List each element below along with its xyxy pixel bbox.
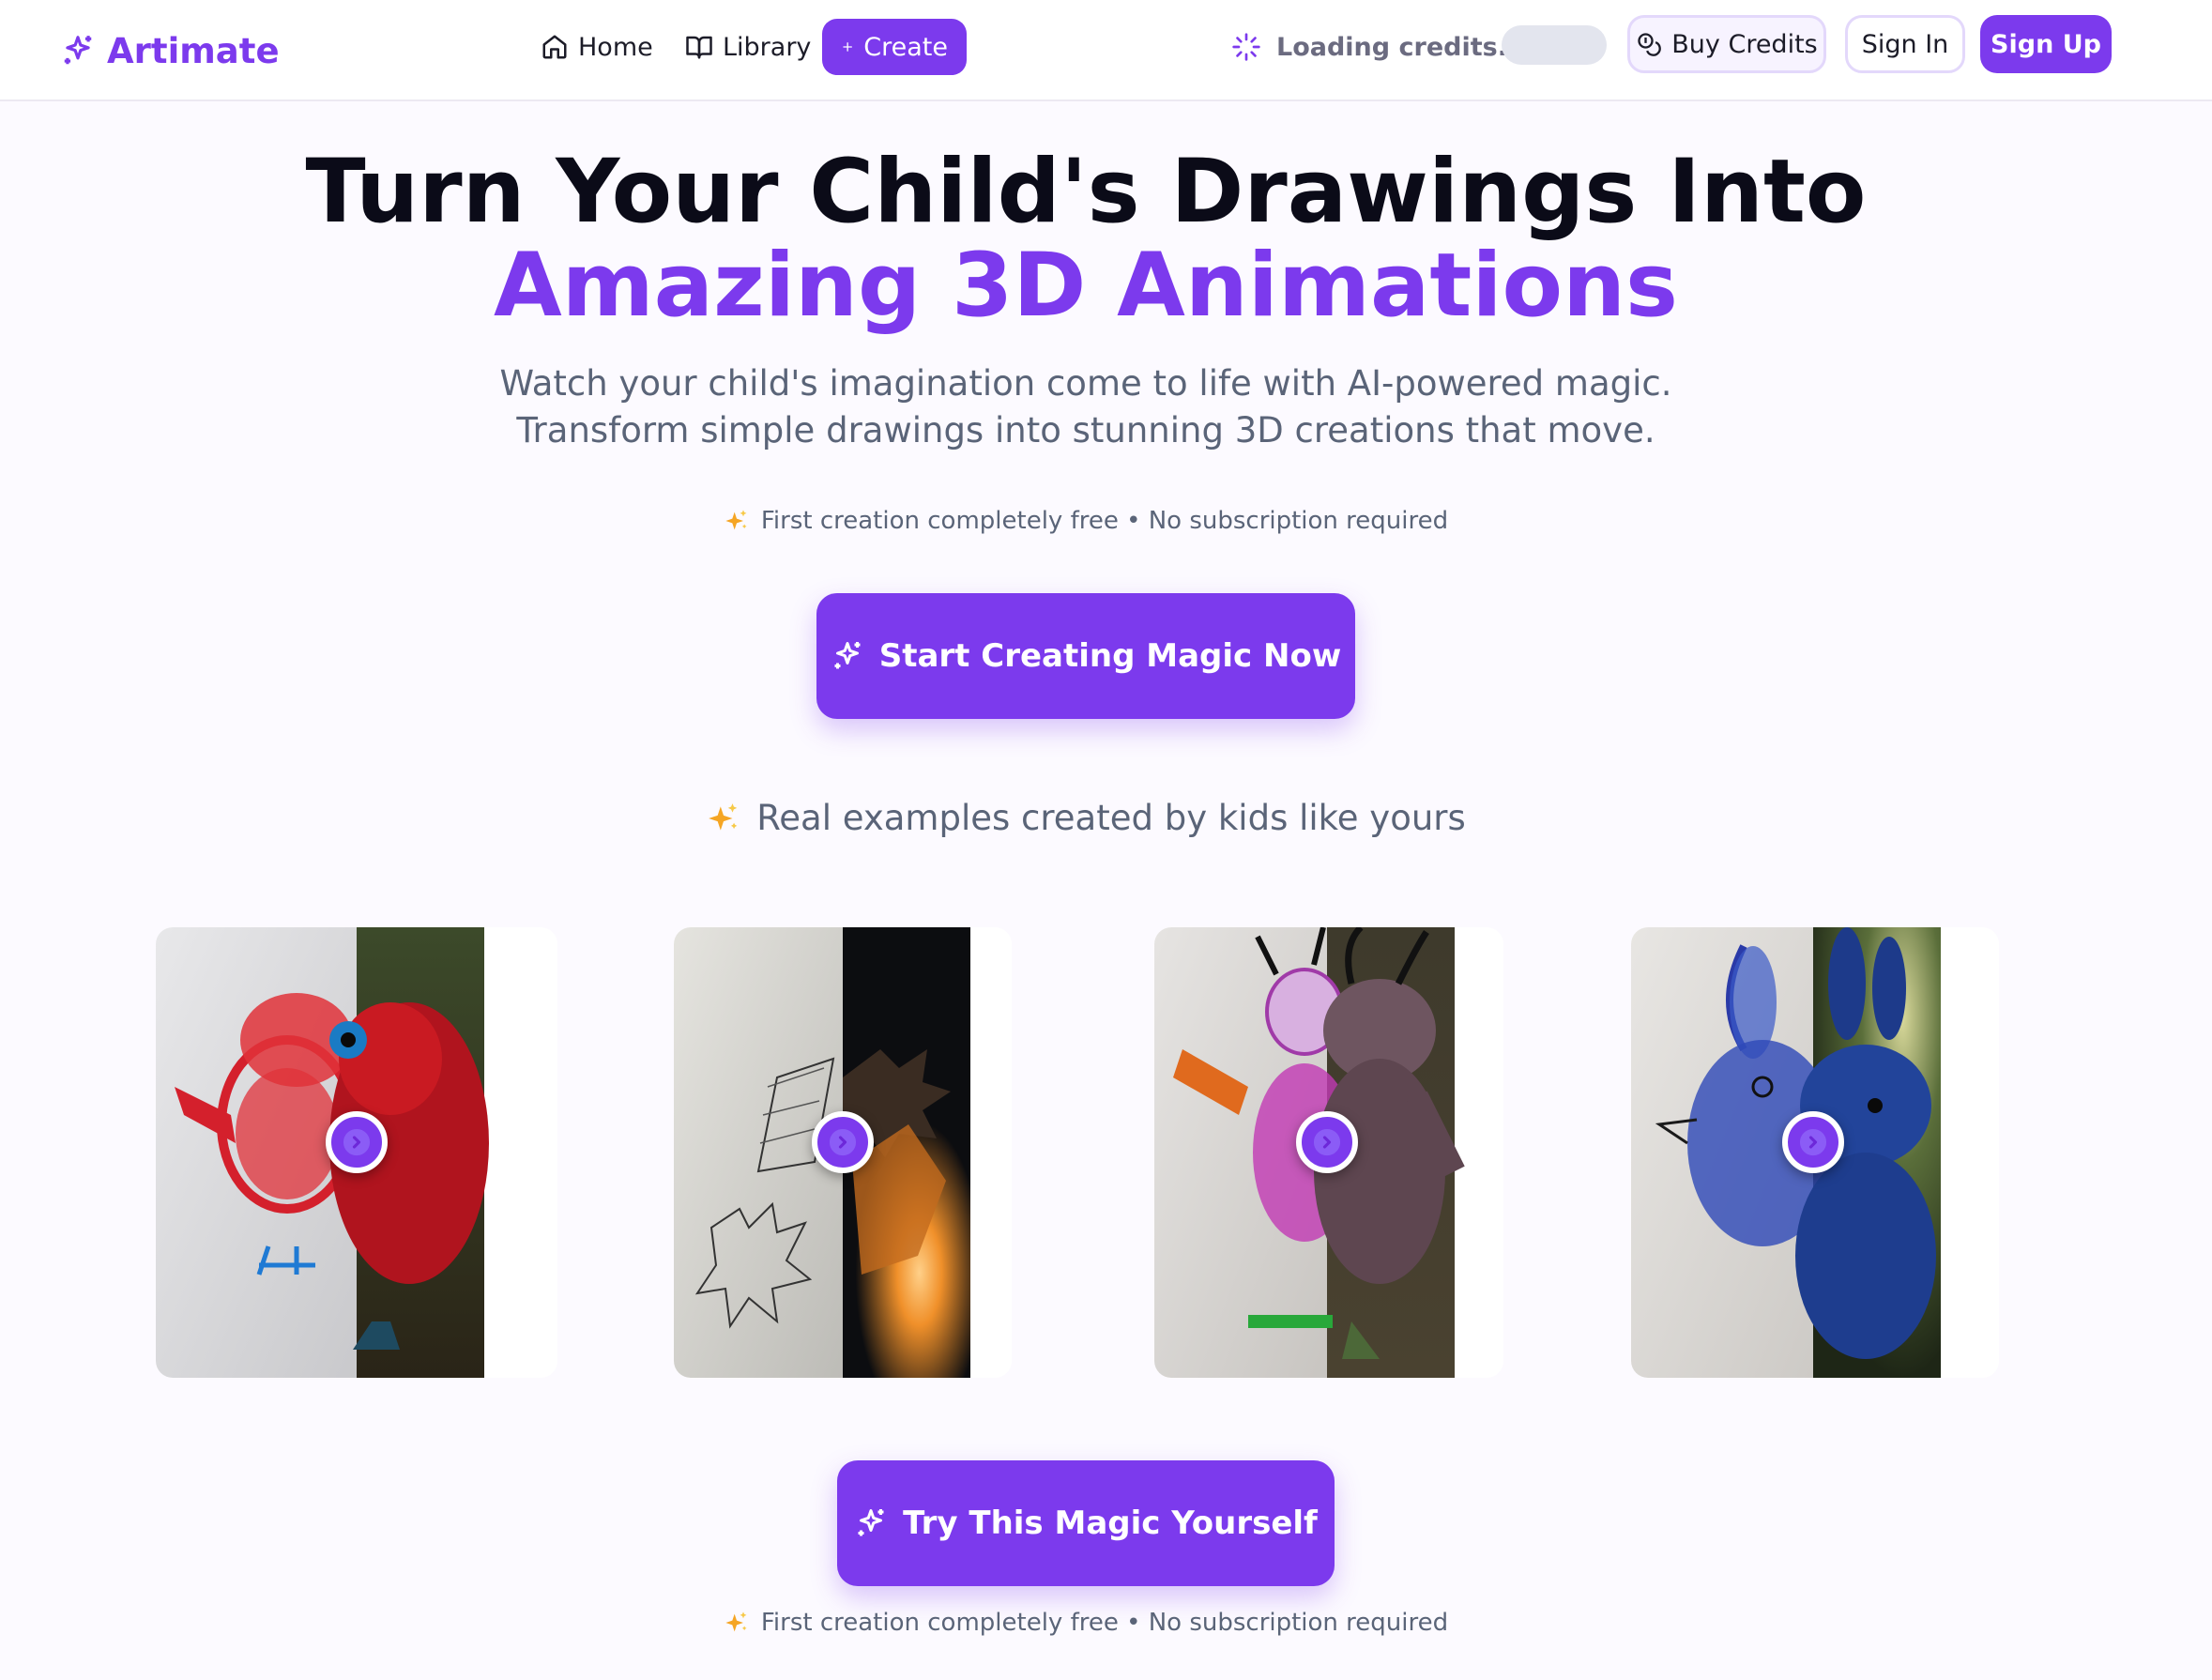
examples-heading: Real examples created by kids like yours [0,798,2172,838]
nav-create-button[interactable]: Create [822,19,967,75]
plus-icon [843,42,852,52]
sparkles-icon [709,802,738,831]
home-icon [542,35,567,59]
top-navbar: Artimate Home Library Create Loading cre… [0,0,2212,101]
chevron-right-icon [343,1128,371,1156]
loader-icon [1232,33,1260,61]
nav-create-label: Create [863,32,948,62]
nav-home-link[interactable]: Home [541,19,653,75]
hero-subtitle-line2: Transform simple drawings into stunning … [516,410,1655,451]
sign-in-button[interactable]: Sign In [1845,15,1965,73]
hero-subtitle: Watch your child's imagination come to l… [0,360,2172,454]
nav-library-label: Library [723,32,812,62]
start-creating-label: Start Creating Magic Now [878,637,1342,675]
sparkles-icon [725,510,747,530]
compare-slider-handle[interactable] [812,1111,874,1173]
sparkles-icon [64,36,92,65]
example-card-bug[interactable] [1154,927,1503,1378]
chevron-right-icon [1313,1128,1341,1156]
book-icon [686,36,712,59]
credits-skeleton [1502,25,1607,65]
sign-in-label: Sign In [1861,29,1949,59]
nav-home-label: Home [578,32,653,62]
sparkles-icon [834,642,861,669]
hero-title-line2: Amazing 3D Animations [493,235,1679,337]
start-creating-button[interactable]: Start Creating Magic Now [816,593,1355,719]
compare-slider-handle[interactable] [1782,1111,1844,1173]
sparkles-icon [725,1611,747,1632]
free-note-bottom: First creation completely free • No subs… [0,1609,2172,1637]
loading-credits-text: Loading credits... [1276,32,1527,62]
hero-title-line1: Turn Your Child's Drawings Into [305,141,1867,243]
brand-name: Artimate [107,30,280,71]
chevron-right-icon [829,1128,857,1156]
buy-credits-button[interactable]: Buy Credits [1627,15,1826,73]
example-card-rocket[interactable] [674,927,1012,1378]
compare-slider-handle[interactable] [1296,1111,1358,1173]
sparkles-icon [858,1509,884,1536]
examples-heading-text: Real examples created by kids like yours [756,798,1466,838]
try-magic-label: Try This Magic Yourself [903,1504,1318,1542]
free-note-bottom-text: First creation completely free • No subs… [760,1609,1449,1637]
try-magic-button[interactable]: Try This Magic Yourself [837,1460,1335,1586]
sign-up-label: Sign Up [1991,29,2101,59]
hero-subtitle-line1: Watch your child's imagination come to l… [499,363,1672,404]
example-card-bunny[interactable] [1631,927,1999,1378]
sign-up-button[interactable]: Sign Up [1980,15,2112,73]
credits-loading-indicator: Loading credits... [1231,21,1526,73]
coins-icon [1638,33,1662,56]
example-card-red-bird[interactable] [156,927,557,1378]
free-note-top-text: First creation completely free • No subs… [760,507,1449,535]
nav-library-link[interactable]: Library [685,19,811,75]
brand-logo[interactable]: Artimate [60,24,280,77]
buy-credits-label: Buy Credits [1671,29,1818,59]
chevron-right-icon [1799,1128,1827,1156]
compare-slider-handle[interactable] [326,1111,388,1173]
free-note-top: First creation completely free • No subs… [0,507,2172,535]
